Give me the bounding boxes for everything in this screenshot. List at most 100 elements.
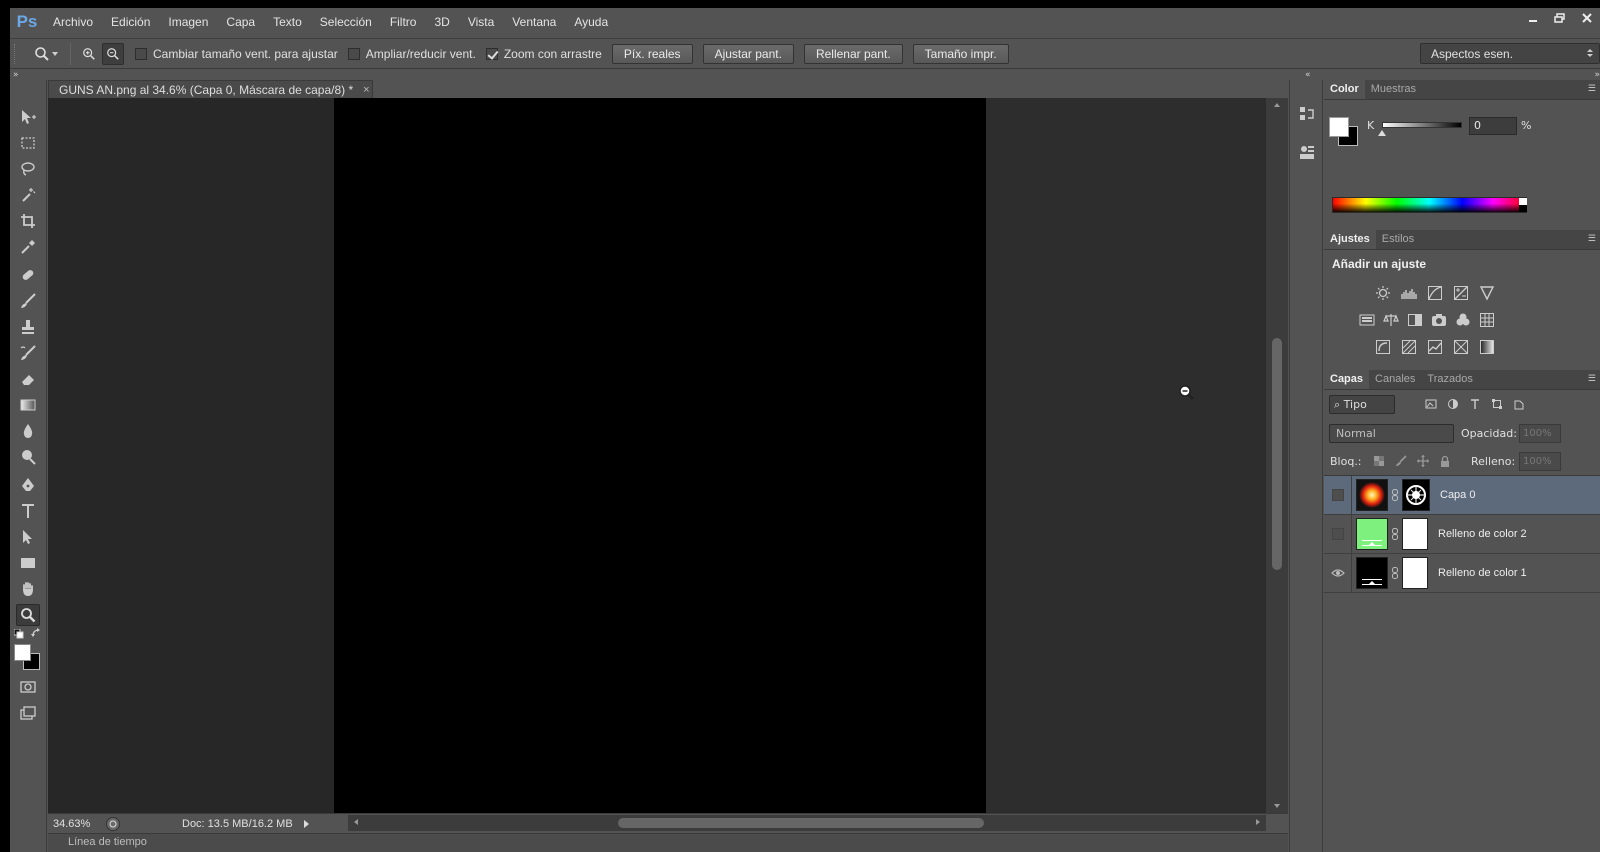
exposure-icon[interactable] [1452, 284, 1470, 302]
lock-position-icon[interactable] [1416, 454, 1430, 468]
gradient-tool[interactable] [16, 394, 40, 416]
tool-preset-picker[interactable] [28, 42, 64, 66]
zoom-all-checkbox[interactable]: Ampliar/reducir vent. [347, 47, 476, 61]
color-foreground-swatch[interactable] [1329, 117, 1349, 137]
layer-visibility-toggle[interactable] [1324, 475, 1352, 515]
layer-kind-select[interactable]: ⌕ Tipo [1329, 395, 1395, 414]
k-value-input[interactable]: 0 [1469, 117, 1517, 135]
tab-layers[interactable]: Capas [1324, 370, 1370, 389]
clone-stamp-tool[interactable] [16, 316, 40, 338]
menu-filtro[interactable]: Filtro [381, 8, 426, 36]
layer-name[interactable]: Relleno de color 2 [1438, 528, 1527, 540]
expand-panels-icon[interactable]: » [1594, 70, 1600, 80]
menu-3d[interactable]: 3D [425, 8, 458, 36]
timeline-panel-tab[interactable]: Línea de tiempo [48, 833, 1288, 852]
menu-edicion[interactable]: Edición [102, 8, 159, 36]
brush-tool[interactable] [16, 290, 40, 312]
link-icon[interactable] [1390, 528, 1400, 540]
hand-tool[interactable] [16, 578, 40, 600]
levels-icon[interactable] [1400, 284, 1418, 302]
close-icon[interactable] [1573, 8, 1600, 28]
link-icon[interactable] [1390, 567, 1400, 579]
scroll-right-icon[interactable] [1256, 819, 1260, 825]
zoom-tool[interactable] [16, 604, 40, 626]
color-ramp[interactable] [1332, 197, 1527, 213]
print-size-button[interactable]: Tamaño impr. [912, 43, 1009, 64]
actual-pixels-button[interactable]: Píx. reales [611, 43, 693, 64]
lock-pixels-icon[interactable] [1394, 454, 1408, 468]
pen-tool[interactable] [16, 474, 40, 496]
threshold-icon[interactable] [1426, 338, 1444, 356]
healing-brush-tool[interactable] [16, 264, 40, 286]
default-colors-icon[interactable] [13, 628, 24, 642]
history-panel-button[interactable] [1295, 102, 1319, 126]
curves-icon[interactable] [1426, 284, 1444, 302]
pixel-filter-icon[interactable] [1424, 397, 1438, 411]
gradient-map-icon[interactable] [1478, 338, 1496, 356]
history-brush-tool[interactable] [16, 342, 40, 364]
workspace-select[interactable]: Aspectos esen. [1420, 43, 1600, 64]
visibility-off-box[interactable] [1331, 489, 1344, 501]
scroll-down-icon[interactable] [1274, 804, 1280, 808]
vertical-scrollbar[interactable] [1266, 98, 1288, 813]
fill-input[interactable]: 100% [1519, 452, 1561, 471]
lock-transparency-icon[interactable] [1372, 454, 1386, 468]
eraser-tool[interactable] [16, 368, 40, 390]
foreground-color-swatch[interactable] [14, 644, 31, 661]
checkbox-box-checked[interactable] [485, 47, 498, 60]
move-tool[interactable] [16, 106, 40, 128]
options-grip[interactable] [14, 43, 18, 64]
layer-row-capa-0[interactable]: Capa 0 [1324, 475, 1600, 515]
photo-filter-icon[interactable] [1430, 311, 1448, 329]
brightness-icon[interactable] [1374, 284, 1392, 302]
scrubby-zoom-checkbox[interactable]: Zoom con arrastre [485, 47, 602, 61]
quick-mask-button[interactable] [16, 676, 40, 698]
lock-all-icon[interactable] [1438, 454, 1452, 468]
eyedropper-tool[interactable] [16, 236, 40, 258]
layer-visibility-toggle[interactable] [1324, 514, 1352, 554]
layer-mask-thumbnail[interactable] [1402, 557, 1428, 589]
zoom-in-button[interactable] [78, 43, 100, 65]
panel-menu-icon[interactable]: ☰ [1588, 233, 1596, 244]
document-tab[interactable]: GUNS AN.png al 34.6% (Capa 0, Máscara de… [48, 80, 373, 98]
minimize-icon[interactable] [1519, 8, 1546, 28]
crop-tool[interactable] [16, 210, 40, 232]
path-selection-tool[interactable] [16, 526, 40, 548]
tab-swatches[interactable]: Muestras [1365, 80, 1422, 99]
invert-icon[interactable] [1374, 338, 1392, 356]
marquee-tool[interactable] [16, 132, 40, 154]
layer-mask-thumbnail[interactable] [1402, 518, 1428, 550]
rectangle-tool[interactable] [16, 552, 40, 574]
selective-color-icon[interactable] [1452, 338, 1470, 356]
layer-row-relleno-2[interactable]: Relleno de color 2 [1324, 514, 1600, 554]
checkbox-box[interactable] [135, 47, 147, 60]
fill-screen-button[interactable]: Rellenar pant. [803, 43, 903, 64]
menu-vista[interactable]: Vista [459, 8, 503, 36]
posterize-icon[interactable] [1400, 338, 1418, 356]
fill-layer-thumbnail[interactable] [1356, 557, 1388, 589]
menu-ventana[interactable]: Ventana [503, 8, 565, 36]
status-menu-arrow-icon[interactable] [300, 816, 312, 832]
tab-channels[interactable]: Canales [1369, 370, 1421, 389]
swap-colors-icon[interactable] [31, 628, 42, 642]
panel-menu-icon[interactable]: ☰ [1588, 373, 1596, 384]
k-slider[interactable] [1382, 122, 1462, 128]
properties-panel-button[interactable] [1295, 140, 1319, 164]
shape-filter-icon[interactable] [1490, 397, 1504, 411]
lasso-tool[interactable] [16, 158, 40, 180]
fit-screen-button[interactable]: Ajustar pant. [702, 43, 794, 64]
link-icon[interactable] [1390, 489, 1400, 501]
black-white-icon[interactable] [1406, 311, 1424, 329]
color-balance-icon[interactable] [1382, 311, 1400, 329]
color-lookup-icon[interactable] [1478, 311, 1496, 329]
scroll-up-icon[interactable] [1274, 103, 1280, 107]
menu-ayuda[interactable]: Ayuda [565, 8, 617, 36]
menu-texto[interactable]: Texto [264, 8, 311, 36]
layer-mask-thumbnail[interactable] [1402, 479, 1430, 511]
screen-mode-button[interactable] [16, 702, 40, 724]
hue-saturation-icon[interactable] [1358, 311, 1376, 329]
menu-seleccion[interactable]: Selección [311, 8, 381, 36]
channel-mixer-icon[interactable] [1454, 311, 1472, 329]
blend-mode-select[interactable]: Normal [1329, 424, 1454, 443]
fill-layer-thumbnail[interactable] [1356, 518, 1388, 550]
